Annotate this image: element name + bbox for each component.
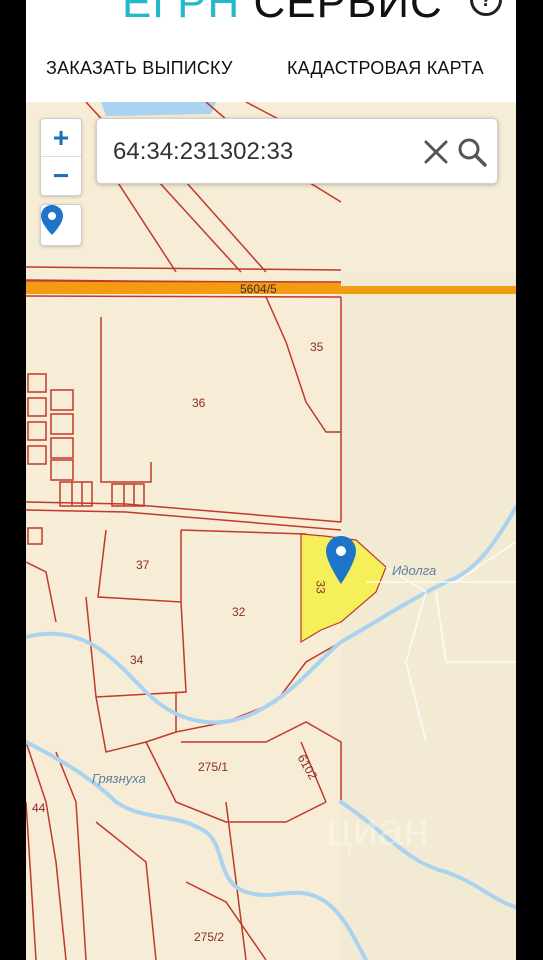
parcel-label-37: 37	[136, 558, 150, 572]
logo[interactable]: ЕГРН СЕРВИС	[122, 0, 443, 28]
buildings	[27, 373, 145, 545]
river-label-idolga: Идолга	[392, 563, 437, 578]
zoom-control: + −	[40, 118, 82, 196]
logo-part1: ЕГРН	[122, 0, 241, 27]
help-icon[interactable]: ?	[470, 0, 502, 16]
search-input[interactable]	[111, 135, 415, 169]
header: ЕГРН СЕРВИС ? ЗАКАЗАТЬ ВЫПИСКУ КАДАСТРОВ…	[26, 0, 516, 102]
parcel-label-275-2: 275/2	[194, 930, 225, 944]
map-marker-icon[interactable]	[326, 536, 356, 584]
location-pin-icon	[41, 205, 63, 235]
logo-part2: СЕРВИС	[240, 0, 443, 27]
parcel-label-35: 35	[310, 340, 324, 354]
river-label-gryaznukha: Грязнуха	[92, 771, 146, 786]
watermark: циан	[326, 803, 430, 855]
parcel-label-32: 32	[232, 605, 246, 619]
search-box	[96, 118, 498, 184]
location-button[interactable]	[40, 204, 82, 246]
map-canvas[interactable]	[26, 102, 516, 960]
nav-order-statement[interactable]: ЗАКАЗАТЬ ВЫПИСКУ	[46, 58, 233, 79]
parcel-label-44: 44	[32, 801, 46, 815]
zoom-out-button[interactable]: −	[41, 157, 81, 194]
parcel-label-33: 33	[313, 580, 328, 594]
clear-icon[interactable]	[423, 139, 449, 165]
parcel-label-275-1: 275/1	[198, 760, 229, 774]
parcel-label-36: 36	[192, 396, 206, 410]
app-window: ЕГРН СЕРВИС ? ЗАКАЗАТЬ ВЫПИСКУ КАДАСТРОВ…	[26, 0, 516, 960]
search-icon[interactable]	[457, 137, 487, 167]
nav-cadastral-map[interactable]: КАДАСТРОВАЯ КАРТА	[287, 58, 484, 79]
cadastral-map[interactable]: + − 5604/5 35 36	[26, 102, 516, 960]
road-left	[26, 282, 341, 294]
road-label: 5604/5	[240, 282, 277, 296]
road-right	[341, 286, 516, 294]
parcel-lines-lower	[26, 529, 342, 960]
parcel-label-34: 34	[130, 653, 144, 667]
zoom-in-button[interactable]: +	[41, 119, 81, 157]
water-body-top	[101, 102, 216, 116]
